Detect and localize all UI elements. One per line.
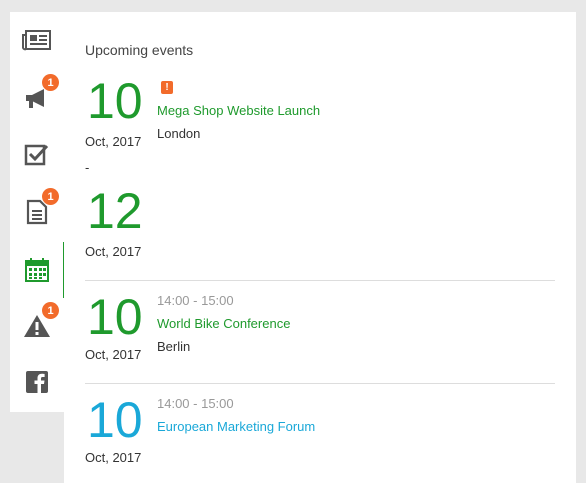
event-title-link[interactable]: World Bike Conference [157,316,290,331]
event-location: London [157,126,201,141]
sidebar-item-documents[interactable]: 1 [10,188,64,232]
event-start-month: Oct, 2017 [85,347,142,362]
sidebar-item-facebook[interactable] [10,362,64,402]
notification-badge: 1 [42,74,59,91]
event-start-month: Oct, 2017 [85,134,142,149]
event-start-day: 10 [87,289,143,345]
event-title-link[interactable]: European Marketing Forum [157,419,315,434]
notification-badge: 1 [42,302,59,319]
panel-title: Upcoming events [85,42,194,58]
important-flag-icon: ! [161,81,173,94]
newspaper-icon [22,30,51,51]
sidebar-item-news[interactable] [10,20,64,60]
event-title-link[interactable]: Mega Shop Website Launch [157,103,320,118]
event-start-day: 10 [87,73,143,129]
divider [85,280,555,281]
sidebar-item-calendar[interactable] [10,242,66,298]
event-time: 14:00 - 15:00 [157,293,234,308]
event-start-day: 10 [87,392,143,448]
sidebar-item-announcements[interactable]: 1 [10,74,64,118]
sidebar: 1 1 1 [10,12,66,412]
event-end-day: 12 [87,183,143,239]
checkbox-icon [24,144,49,166]
facebook-icon [26,371,48,393]
event-start-month: Oct, 2017 [85,450,142,465]
sidebar-item-alerts[interactable]: 1 [10,302,64,346]
events-panel: Upcoming events 10 Oct, 2017 - 12 Oct, 2… [64,12,576,483]
divider [85,383,555,384]
calendar-icon [25,258,49,282]
event-time: 14:00 - 15:00 [157,396,234,411]
sidebar-item-tasks[interactable] [10,134,64,174]
event-end-month: Oct, 2017 [85,244,142,259]
event-location: Berlin [157,339,191,354]
notification-badge: 1 [42,188,59,205]
date-range-separator: - [85,160,90,175]
